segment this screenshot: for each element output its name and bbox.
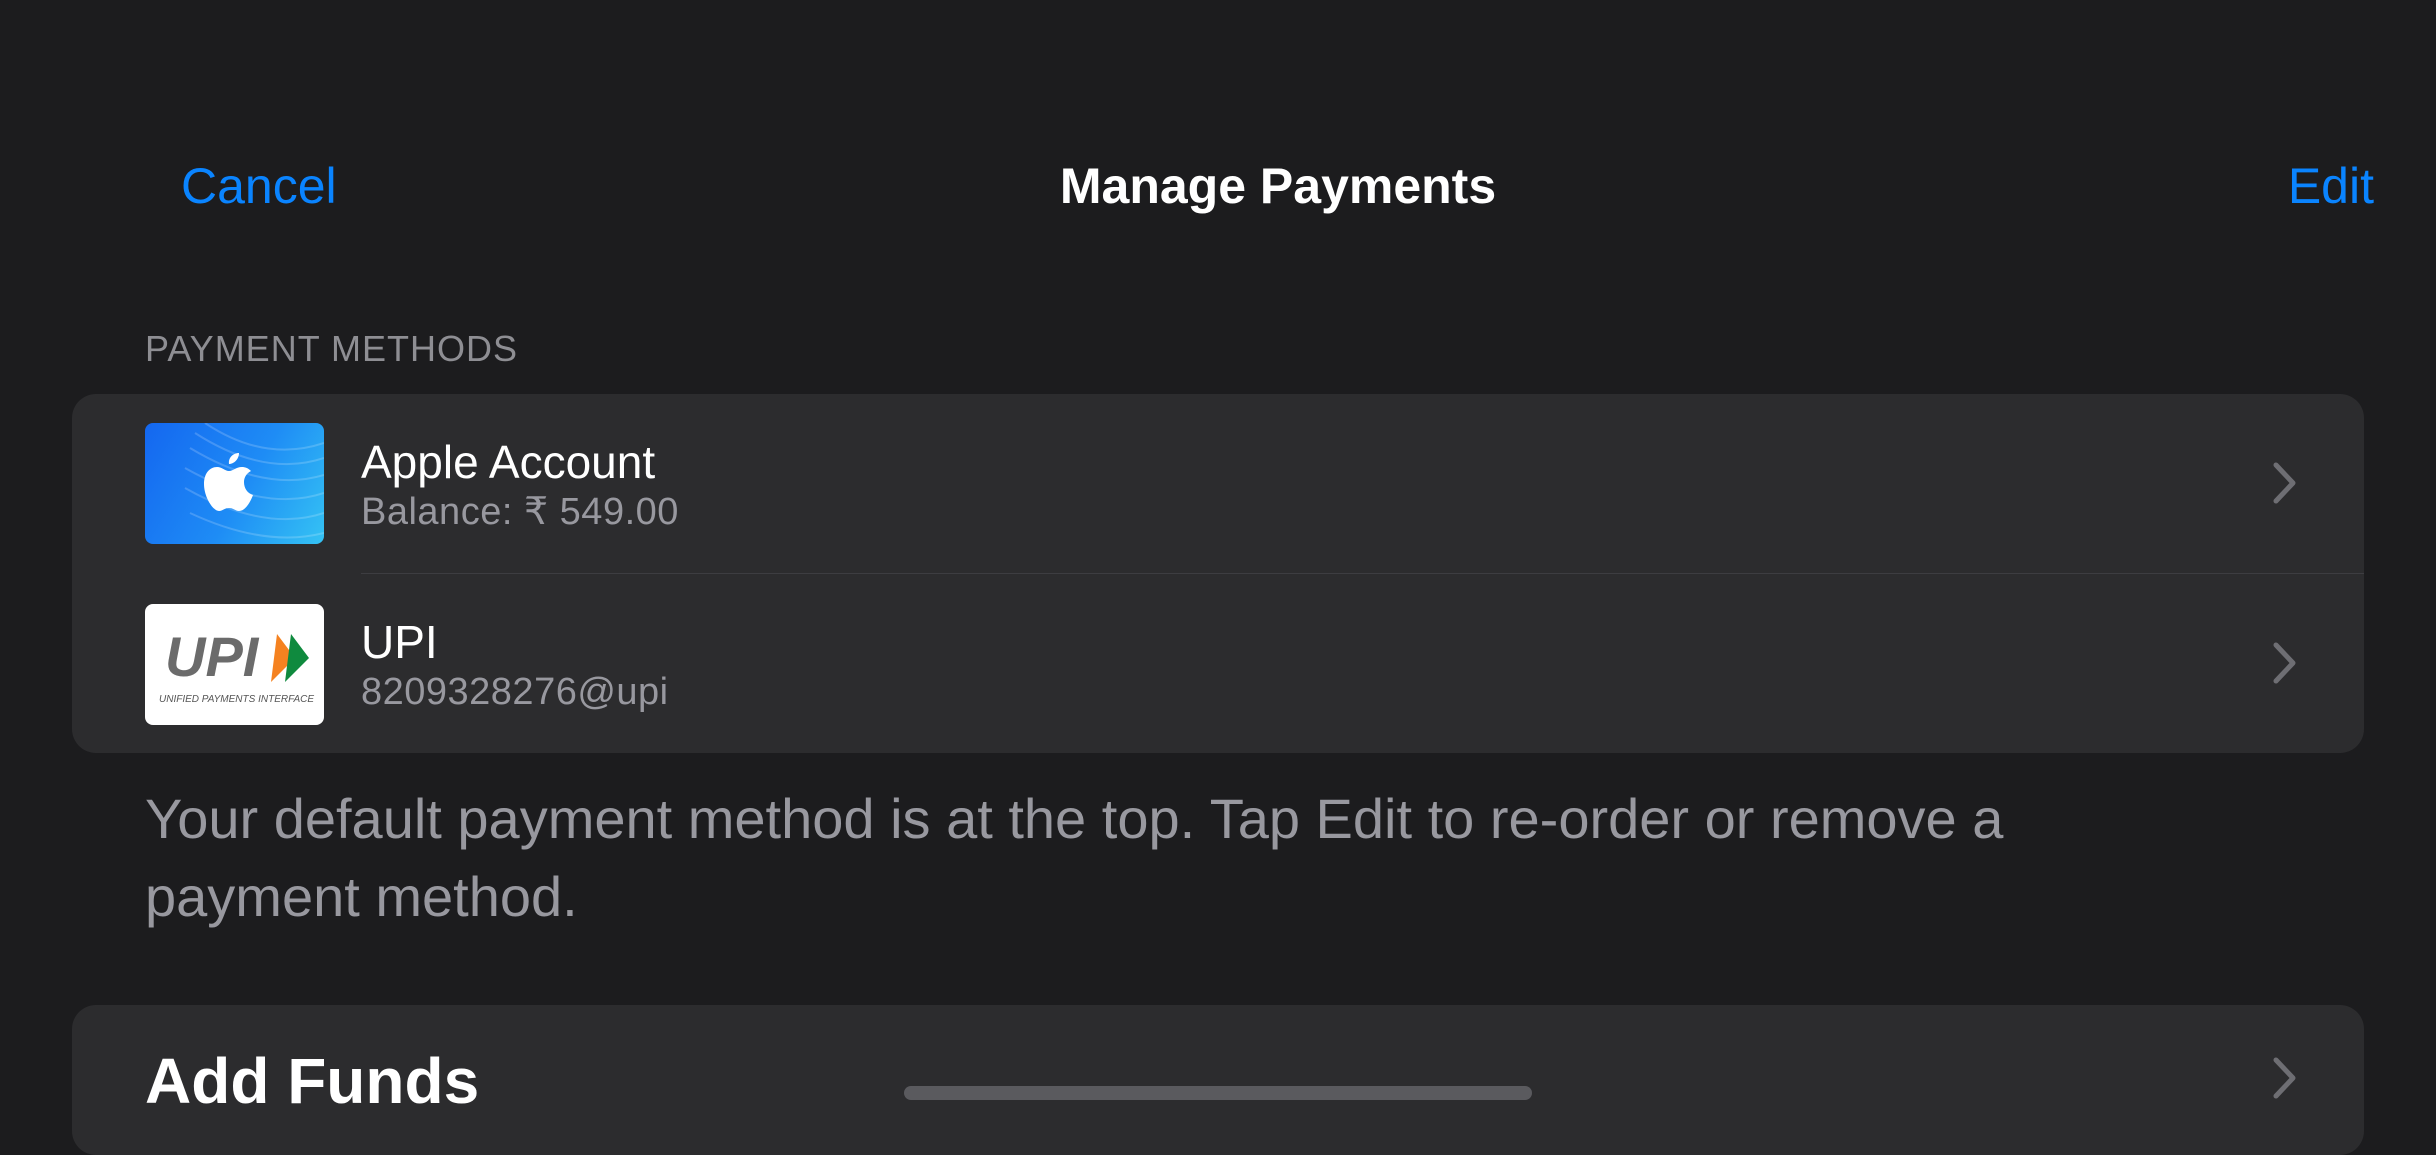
chevron-right-icon xyxy=(2273,462,2296,504)
edit-button[interactable]: Edit xyxy=(2288,154,2374,218)
home-indicator[interactable] xyxy=(904,1086,1532,1100)
upi-logo-icon: UPI UNIFIED PAYMENTS INTERFACE xyxy=(145,604,324,725)
payment-methods-footer-note: Your default payment method is at the to… xyxy=(145,787,2004,928)
payment-method-upi-id: 8209328276@upi xyxy=(361,671,669,713)
payment-methods-list: Apple Account Balance: ₹ 549.00 UPI UNIF… xyxy=(72,394,2364,753)
add-funds-label: Add Funds xyxy=(145,1045,480,1117)
chevron-right-icon xyxy=(2273,642,2296,684)
add-funds-button[interactable]: Add Funds xyxy=(72,1005,2364,1155)
payment-method-title: Apple Account xyxy=(361,436,656,488)
section-header-payment-methods: PAYMENT METHODS xyxy=(145,328,519,369)
chevron-right-icon xyxy=(2273,1057,2296,1099)
upi-logo-tagline: UNIFIED PAYMENTS INTERFACE xyxy=(159,694,314,705)
payment-method-title: UPI xyxy=(361,616,438,668)
apple-logo-icon xyxy=(145,423,324,544)
payment-method-balance: Balance: ₹ 549.00 xyxy=(361,491,679,533)
payment-method-upi[interactable]: UPI UNIFIED PAYMENTS INTERFACE UPI 82093… xyxy=(72,574,2364,753)
payment-method-apple-account[interactable]: Apple Account Balance: ₹ 549.00 xyxy=(72,394,2364,573)
upi-logo-text: UPI xyxy=(165,625,260,688)
page-title: Manage Payments xyxy=(1059,158,1497,214)
